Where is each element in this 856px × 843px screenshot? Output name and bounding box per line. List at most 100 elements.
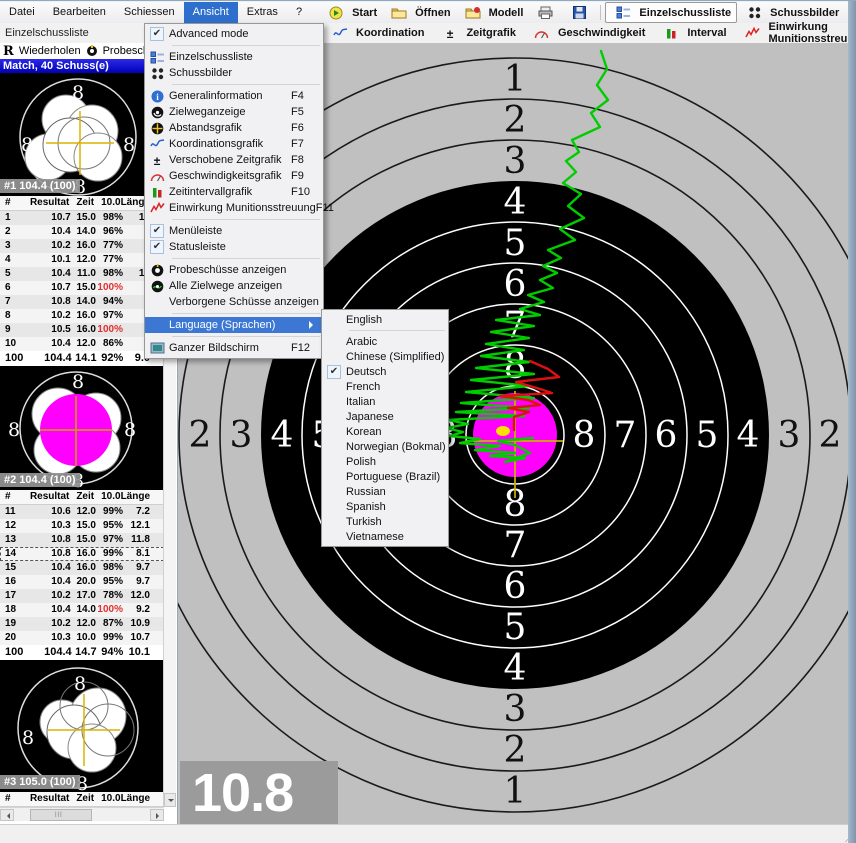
menubar-item-bearbeiten[interactable]: Bearbeiten xyxy=(44,2,115,23)
menu-item-label: Vietnamese xyxy=(346,531,442,543)
menubar-item-?[interactable]: ? xyxy=(287,2,311,23)
start-button[interactable]: Start xyxy=(319,3,382,22)
column-header: 10.0 xyxy=(94,792,120,806)
menu-item-deutsch[interactable]: ✔Deutsch xyxy=(322,364,448,379)
table-row[interactable]: 610.715.0100%8 xyxy=(0,281,164,295)
menu-item-probesch-sse-anzeigen[interactable]: Probeschüsse anzeigen xyxy=(145,262,323,278)
zeitgrafik-button[interactable]: ±Zeitgrafik xyxy=(438,27,516,40)
ring-number: 3 xyxy=(504,689,527,730)
table-row[interactable]: 510.411.098%10 xyxy=(0,267,164,281)
menu-item-russian[interactable]: Russian xyxy=(322,484,448,499)
menu-item-chinese-simplified-[interactable]: Chinese (Simplified) xyxy=(322,349,448,364)
menu-item-japanese[interactable]: Japanese xyxy=(322,409,448,424)
table-row[interactable]: 210.414.096%8 xyxy=(0,225,164,239)
table-row[interactable]: 1410.816.099%8.1 xyxy=(0,547,164,561)
printer-icon-button[interactable] xyxy=(528,3,562,22)
table-cell: 10.2 xyxy=(19,239,71,253)
table-row[interactable]: 1810.414.0100%9.2 xyxy=(0,603,164,617)
menu-item-zeitintervallgrafik[interactable]: ZeitintervallgrafikF10 xyxy=(145,184,323,200)
modell-button[interactable]: Modell xyxy=(456,3,529,22)
menu-item-verborgene-sch-sse-anzeigen[interactable]: Verborgene Schüsse anzeigen xyxy=(145,294,323,310)
menu-item-polish[interactable]: Polish xyxy=(322,454,448,469)
menu-item-norwegian-bokmal-[interactable]: Norwegian (Bokmal) xyxy=(322,439,448,454)
table-row[interactable]: 1910.212.087%10.9 xyxy=(0,617,164,631)
scrollbar-thumb[interactable] xyxy=(30,809,92,821)
table-row[interactable]: 310.216.077%8 xyxy=(0,239,164,253)
menu-item-koordinationsgrafik[interactable]: KoordinationsgrafikF7 xyxy=(145,136,323,152)
table-row[interactable]: 710.814.094%8 xyxy=(0,295,164,309)
menu-item-arabic[interactable]: Arabic xyxy=(322,334,448,349)
menu-item-ganzer-bildschirm[interactable]: Ganzer BildschirmF12 xyxy=(145,340,323,356)
repeat-button[interactable]: Wiederholen xyxy=(19,45,81,57)
table-row[interactable]: 410.112.077%9 xyxy=(0,253,164,267)
table-cell: 14 xyxy=(0,547,19,561)
menu-item-verschobene-zeitgrafik[interactable]: ±Verschobene ZeitgrafikF8 xyxy=(145,152,323,168)
menu-item-label: Zielweganzeige xyxy=(169,106,291,118)
menu-item-einzelschussliste[interactable]: Einzelschussliste xyxy=(145,49,323,65)
save-icon-button[interactable] xyxy=(562,3,596,22)
menu-item-schussbilder[interactable]: Schussbilder xyxy=(145,65,323,81)
menu-item-korean[interactable]: Korean xyxy=(322,424,448,439)
total-cell: 92% xyxy=(97,351,124,366)
menu-item-einwirkung-munitionsstreuung[interactable]: Einwirkung MunitionsstreuungF11 xyxy=(145,200,323,216)
table-cell: 10.4 xyxy=(19,225,71,239)
menu-item-label: Probeschüsse anzeigen xyxy=(169,264,317,276)
menubar-item-extras[interactable]: Extras xyxy=(238,2,287,23)
einwirkungmunitionsstreuung-button[interactable]: Einwirkung Munitionsstreuung xyxy=(741,21,856,45)
horizontal-scrollbar[interactable] xyxy=(0,807,164,821)
menu-item-advanced-mode[interactable]: ✔Advanced mode xyxy=(145,26,323,42)
menu-item-english[interactable]: English xyxy=(322,312,448,327)
table-cell: 3 xyxy=(0,239,19,253)
table-row[interactable]: 1110.612.099%7.2 xyxy=(0,505,164,519)
menu-item-generalinformation[interactable]: iGeneralinformationF4 xyxy=(145,88,323,104)
menubar-item-ansicht[interactable]: Ansicht xyxy=(184,2,238,23)
ffnen-button[interactable]: Öffnen xyxy=(382,3,455,22)
menu-item-alle-zielwege-anzeigen[interactable]: Alle Zielwege anzeigen xyxy=(145,278,323,294)
shot-group-thumbnail-3[interactable]: 8 8 8 #3 105.0 (100) xyxy=(0,660,164,792)
menubar-item-datei[interactable]: Datei xyxy=(0,2,44,23)
ring-number: 7 xyxy=(504,525,527,566)
table-cell: 10.6 xyxy=(19,505,71,519)
menu-item-statusleiste[interactable]: ✔Statusleiste xyxy=(145,239,323,255)
menu-item-geschwindigkeitsgrafik[interactable]: GeschwindigkeitsgrafikF9 xyxy=(145,168,323,184)
menu-item-zielweganzeige[interactable]: ZielweganzeigeF5 xyxy=(145,104,323,120)
interval-button[interactable]: Interval xyxy=(659,27,726,40)
table-row[interactable]: 810.216.097%9 xyxy=(0,309,164,323)
table-cell: 97% xyxy=(96,309,123,323)
menu-item-men-leiste[interactable]: ✔Menüleiste xyxy=(145,223,323,239)
table-row[interactable]: 1010.412.086%8 xyxy=(0,337,164,351)
menu-item-italian[interactable]: Italian xyxy=(322,394,448,409)
interval-icon xyxy=(659,27,683,40)
table-row[interactable]: 110.715.098%10 xyxy=(0,211,164,225)
ring-number: 1 xyxy=(504,59,527,100)
table-header-row: #ResultatZeit10.0Länge xyxy=(0,196,164,211)
schussbilder-button[interactable]: Schussbilder xyxy=(737,3,844,22)
menu-item-language-sprachen-[interactable]: Language (Sprachen) xyxy=(145,317,323,333)
menu-item-label: Koordinationsgrafik xyxy=(169,138,291,150)
table-row[interactable]: 1210.315.095%12.1 xyxy=(0,519,164,533)
table-cell: 10.1 xyxy=(19,253,71,267)
table-row[interactable]: 2010.310.099%10.7 xyxy=(0,631,164,645)
scroll-left-icon[interactable] xyxy=(0,809,14,821)
menu-item-vietnamese[interactable]: Vietnamese xyxy=(322,529,448,544)
menu-item-spanish[interactable]: Spanish xyxy=(322,499,448,514)
table-row[interactable]: 1510.416.098%9.7 xyxy=(0,561,164,575)
table-row[interactable]: 1710.217.078%12.0 xyxy=(0,589,164,603)
einzelschussliste-button[interactable]: Einzelschussliste xyxy=(605,2,737,23)
shot-list-icon xyxy=(145,51,169,64)
menubar-item-schiessen[interactable]: Schiessen xyxy=(115,2,184,23)
menu-item-french[interactable]: French xyxy=(322,379,448,394)
scroll-right-icon[interactable] xyxy=(150,809,164,821)
table-row[interactable]: 1310.815.097%11.8 xyxy=(0,533,164,547)
shot-group-thumbnail-2[interactable]: 8 8 8 8 #2 104.4 (100) xyxy=(0,366,164,490)
menu-item-portuguese-brazil-[interactable]: Portuguese (Brazil) xyxy=(322,469,448,484)
table-row[interactable]: 1610.420.095%9.7 xyxy=(0,575,164,589)
menu-item-turkish[interactable]: Turkish xyxy=(322,514,448,529)
scroll-down-icon[interactable] xyxy=(164,793,176,807)
table-cell: 95% xyxy=(96,519,123,533)
geschwindigkeit-button[interactable]: Geschwindigkeit xyxy=(530,27,645,39)
table-row[interactable]: 910.516.0100%8 xyxy=(0,323,164,337)
koordination-button[interactable]: Koordination xyxy=(328,27,424,39)
shot-group-thumbnail-1[interactable]: 8 8 8 8 #1 104.4 (100) xyxy=(0,73,164,196)
menu-item-abstandsgrafik[interactable]: AbstandsgrafikF6 xyxy=(145,120,323,136)
